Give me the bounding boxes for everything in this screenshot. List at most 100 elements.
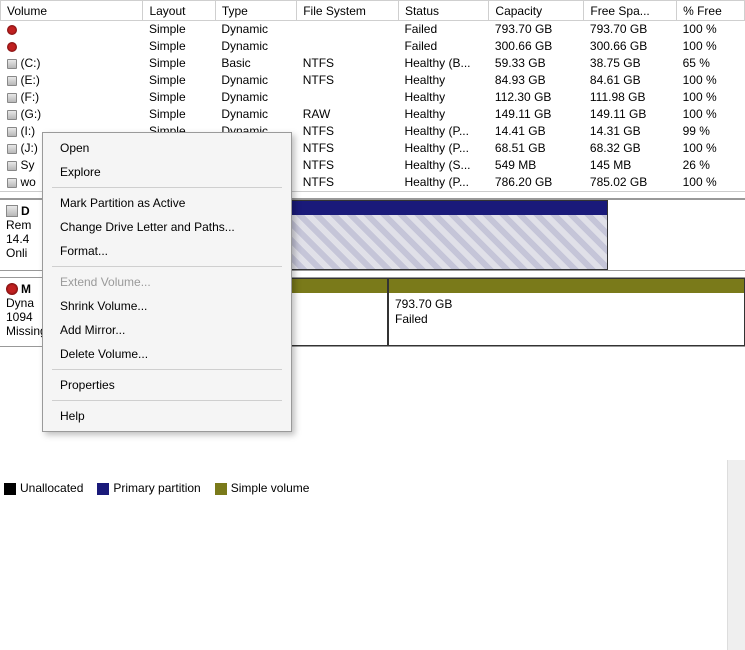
- col-free[interactable]: Free Spa...: [584, 1, 677, 21]
- error-icon: [7, 25, 17, 35]
- drive-icon: [7, 59, 17, 69]
- menu-explore[interactable]: Explore: [46, 160, 288, 184]
- col-type[interactable]: Type: [215, 1, 296, 21]
- cell-fs: [297, 21, 399, 38]
- cell-free: 111.98 GB: [584, 89, 677, 106]
- cell-fs: [297, 38, 399, 55]
- cell-pct: 26 %: [677, 157, 745, 174]
- cell-pct: 100 %: [677, 140, 745, 157]
- cell-pct: 100 %: [677, 174, 745, 191]
- cell-free: 68.32 GB: [584, 140, 677, 157]
- cell-pct: 100 %: [677, 38, 745, 55]
- menu-help[interactable]: Help: [46, 404, 288, 428]
- col-pct[interactable]: % Free: [677, 1, 745, 21]
- col-volume[interactable]: Volume: [1, 1, 143, 21]
- cell-capacity: 112.30 GB: [489, 89, 584, 106]
- menu-properties[interactable]: Properties: [46, 373, 288, 397]
- col-capacity[interactable]: Capacity: [489, 1, 584, 21]
- cell-fs: NTFS: [297, 55, 399, 72]
- menu-mark-active[interactable]: Mark Partition as Active: [46, 191, 288, 215]
- scrollbar-vertical[interactable]: [727, 460, 745, 650]
- cell-capacity: 59.33 GB: [489, 55, 584, 72]
- cell-layout: Simple: [143, 38, 215, 55]
- menu-add-mirror[interactable]: Add Mirror...: [46, 318, 288, 342]
- cell-type: Dynamic: [215, 72, 296, 89]
- partition-simple-b[interactable]: 793.70 GB Failed: [388, 278, 745, 346]
- column-headers[interactable]: Volume Layout Type File System Status Ca…: [1, 1, 745, 21]
- cell-status: Healthy (P...: [398, 174, 488, 191]
- cell-fs: NTFS: [297, 123, 399, 140]
- volume-name: (J:): [21, 141, 38, 155]
- disk-title: D: [21, 204, 30, 218]
- cell-pct: 100 %: [677, 89, 745, 106]
- table-row[interactable]: (F:)SimpleDynamicHealthy112.30 GB111.98 …: [1, 89, 745, 106]
- volume-name: wo: [21, 175, 36, 189]
- cell-free: 300.66 GB: [584, 38, 677, 55]
- cell-fs: [297, 89, 399, 106]
- col-status[interactable]: Status: [398, 1, 488, 21]
- menu-separator: [52, 266, 282, 267]
- volume-name: (C:): [21, 56, 41, 70]
- cell-pct: 99 %: [677, 123, 745, 140]
- cell-capacity: 300.66 GB: [489, 38, 584, 55]
- cell-layout: Simple: [143, 55, 215, 72]
- cell-type: Dynamic: [215, 106, 296, 123]
- volume-name: Sy: [21, 158, 35, 172]
- cell-free: 84.61 GB: [584, 72, 677, 89]
- cell-fs: NTFS: [297, 174, 399, 191]
- legend-unallocated: Unallocated: [20, 481, 83, 495]
- error-icon: [6, 283, 18, 295]
- cell-layout: Simple: [143, 21, 215, 38]
- cell-pct: 100 %: [677, 72, 745, 89]
- menu-open[interactable]: Open: [46, 136, 288, 160]
- cell-free: 14.31 GB: [584, 123, 677, 140]
- table-row[interactable]: (G:)SimpleDynamicRAWHealthy149.11 GB149.…: [1, 106, 745, 123]
- volume-name: (E:): [21, 73, 40, 87]
- drive-icon: [7, 144, 17, 154]
- menu-delete[interactable]: Delete Volume...: [46, 342, 288, 366]
- table-row[interactable]: SimpleDynamicFailed300.66 GB300.66 GB100…: [1, 38, 745, 55]
- menu-format[interactable]: Format...: [46, 239, 288, 263]
- error-icon: [7, 42, 17, 52]
- cell-capacity: 549 MB: [489, 157, 584, 174]
- drive-icon: [7, 110, 17, 120]
- cell-status: Healthy (B...: [398, 55, 488, 72]
- context-menu: Open Explore Mark Partition as Active Ch…: [42, 132, 292, 432]
- cell-free: 145 MB: [584, 157, 677, 174]
- table-row[interactable]: (C:)SimpleBasicNTFSHealthy (B...59.33 GB…: [1, 55, 745, 72]
- cell-pct: 65 %: [677, 55, 745, 72]
- legend: Unallocated Primary partition Simple vol…: [4, 481, 309, 495]
- legend-primary: Primary partition: [113, 481, 200, 495]
- menu-extend: Extend Volume...: [46, 270, 288, 294]
- cell-fs: NTFS: [297, 72, 399, 89]
- menu-change-letter[interactable]: Change Drive Letter and Paths...: [46, 215, 288, 239]
- disk-icon: [6, 205, 18, 217]
- cell-capacity: 14.41 GB: [489, 123, 584, 140]
- cell-status: Healthy: [398, 89, 488, 106]
- cell-capacity: 68.51 GB: [489, 140, 584, 157]
- cell-status: Failed: [398, 21, 488, 38]
- volume-name: (F:): [21, 90, 40, 104]
- cell-status: Failed: [398, 38, 488, 55]
- cell-capacity: 793.70 GB: [489, 21, 584, 38]
- table-row[interactable]: SimpleDynamicFailed793.70 GB793.70 GB100…: [1, 21, 745, 38]
- drive-icon: [7, 178, 17, 188]
- cell-status: Healthy (P...: [398, 140, 488, 157]
- disk-title: M: [21, 282, 31, 296]
- swatch-primary: [97, 483, 109, 495]
- cell-fs: RAW: [297, 106, 399, 123]
- cell-pct: 100 %: [677, 21, 745, 38]
- col-fs[interactable]: File System: [297, 1, 399, 21]
- drive-icon: [7, 161, 17, 171]
- menu-separator: [52, 187, 282, 188]
- menu-separator: [52, 400, 282, 401]
- cell-type: Dynamic: [215, 21, 296, 38]
- cell-type: Dynamic: [215, 38, 296, 55]
- cell-layout: Simple: [143, 106, 215, 123]
- col-layout[interactable]: Layout: [143, 1, 215, 21]
- menu-shrink[interactable]: Shrink Volume...: [46, 294, 288, 318]
- swatch-simple: [215, 483, 227, 495]
- cell-layout: Simple: [143, 89, 215, 106]
- table-row[interactable]: (E:)SimpleDynamicNTFSHealthy84.93 GB84.6…: [1, 72, 745, 89]
- cell-free: 149.11 GB: [584, 106, 677, 123]
